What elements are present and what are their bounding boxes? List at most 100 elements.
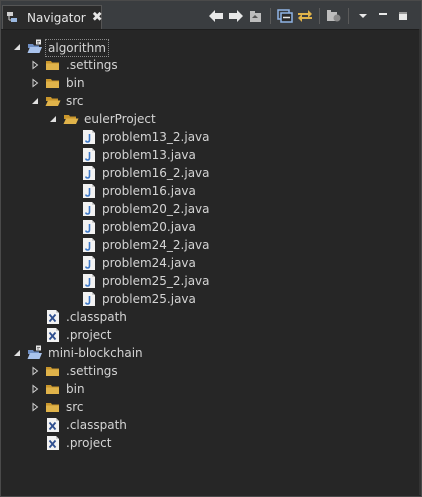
- collapsed-twisty-icon[interactable]: [29, 383, 41, 395]
- java-file-icon: [81, 273, 97, 289]
- maximize-button[interactable]: [393, 7, 413, 25]
- xml-file-icon: [45, 417, 61, 433]
- tree-item[interactable]: problem20_2.java: [1, 200, 421, 218]
- arrow-right-icon: [229, 10, 243, 22]
- view-titlebar: Navigator ✖: [1, 1, 421, 30]
- tree-item-label: src: [66, 400, 84, 414]
- tree-item[interactable]: src: [1, 398, 421, 416]
- xml-file-icon: [45, 435, 61, 451]
- tree-item[interactable]: problem24_2.java: [1, 236, 421, 254]
- tree-item[interactable]: .project: [1, 434, 421, 452]
- tree-item-label: problem24.java: [102, 256, 196, 270]
- tree-item-label: bin: [66, 76, 85, 90]
- arrow-left-icon: [209, 10, 223, 22]
- go-up-icon: [250, 11, 261, 22]
- project-folder-icon: [27, 345, 43, 361]
- tree-item[interactable]: problem13_2.java: [1, 128, 421, 146]
- java-file-icon: [81, 129, 97, 145]
- folder-icon: [45, 75, 61, 91]
- tree-item-label: .settings: [66, 364, 118, 378]
- tree-item-label: .settings: [66, 58, 118, 72]
- tree-item[interactable]: .classpath: [1, 308, 421, 326]
- tree-item-label: problem25.java: [102, 292, 196, 306]
- collapsed-twisty-icon[interactable]: [29, 77, 41, 89]
- collapsed-twisty-icon[interactable]: [29, 59, 41, 71]
- close-icon[interactable]: ✖: [92, 10, 103, 25]
- tree-item[interactable]: problem16_2.java: [1, 164, 421, 182]
- tree-item[interactable]: problem24.java: [1, 254, 421, 272]
- tree-item[interactable]: problem25.java: [1, 290, 421, 308]
- xml-file-icon: [45, 327, 61, 343]
- tree-item[interactable]: eulerProject: [1, 110, 421, 128]
- tree-item-label: eulerProject: [84, 112, 156, 126]
- tree-item-label: problem24_2.java: [102, 238, 210, 252]
- java-file-icon: [81, 237, 97, 253]
- expanded-twisty-icon[interactable]: [11, 41, 23, 53]
- filter-icon: [327, 10, 341, 22]
- collapsed-twisty-icon[interactable]: [29, 401, 41, 413]
- tree-item-label: algorithm: [45, 39, 109, 57]
- tree-item[interactable]: problem16.java: [1, 182, 421, 200]
- tree-item[interactable]: bin: [1, 380, 421, 398]
- toolbar-separator: [319, 8, 320, 24]
- tree-item[interactable]: problem13.java: [1, 146, 421, 164]
- project-folder-icon: [27, 39, 43, 55]
- folder-open-icon: [45, 93, 61, 109]
- tree-item-label: src: [66, 94, 84, 108]
- link-icon: [298, 10, 312, 22]
- tree-item[interactable]: problem25_2.java: [1, 272, 421, 290]
- view-menu-button[interactable]: [353, 7, 373, 25]
- java-file-icon: [81, 219, 97, 235]
- tree-item[interactable]: .classpath: [1, 416, 421, 434]
- tree-item-label: mini-blockchain: [48, 346, 143, 360]
- tree-item[interactable]: problem20.java: [1, 218, 421, 236]
- tree-item[interactable]: src: [1, 92, 421, 110]
- up-button[interactable]: [246, 7, 266, 25]
- collapse-all-button[interactable]: [275, 7, 295, 25]
- back-button[interactable]: [206, 7, 226, 25]
- tree-item[interactable]: bin: [1, 74, 421, 92]
- collapsed-twisty-icon[interactable]: [29, 365, 41, 377]
- tree-item[interactable]: mini-blockchain: [1, 344, 421, 362]
- expanded-twisty-icon[interactable]: [47, 113, 59, 125]
- tab-navigator[interactable]: Navigator ✖: [2, 5, 103, 29]
- tree-item[interactable]: .project: [1, 326, 421, 344]
- chevron-down-icon: [359, 14, 367, 18]
- folder-icon: [45, 399, 61, 415]
- tree-item-label: .classpath: [66, 418, 127, 432]
- tree-item-label: bin: [66, 382, 85, 396]
- java-file-icon: [81, 165, 97, 181]
- tree-item-label: problem20_2.java: [102, 202, 210, 216]
- minimize-button[interactable]: [373, 7, 393, 25]
- minimize-icon: [379, 13, 387, 15]
- vertical-scrollbar[interactable]: [419, 29, 421, 495]
- forward-button[interactable]: [226, 7, 246, 25]
- tree-item[interactable]: algorithm: [1, 38, 421, 57]
- filters-button[interactable]: [324, 7, 344, 25]
- tree-item-label: problem20.java: [102, 220, 196, 234]
- tree-item-label: .project: [66, 328, 112, 342]
- link-with-editor-button[interactable]: [295, 7, 315, 25]
- toolbar-separator: [270, 8, 271, 24]
- maximize-icon: [399, 12, 407, 20]
- toolbar-separator: [348, 8, 349, 24]
- tree-item-label: problem16.java: [102, 184, 196, 198]
- tree-item-label: problem25_2.java: [102, 274, 210, 288]
- java-file-icon: [81, 147, 97, 163]
- tree-item-label: problem13_2.java: [102, 130, 210, 144]
- tab-label: Navigator: [27, 10, 86, 25]
- tree-item[interactable]: .settings: [1, 362, 421, 380]
- java-file-icon: [81, 201, 97, 217]
- collapse-all-icon: [277, 9, 293, 23]
- expanded-twisty-icon[interactable]: [29, 95, 41, 107]
- expanded-twisty-icon[interactable]: [11, 347, 23, 359]
- folder-icon: [45, 363, 61, 379]
- navigator-view: Navigator ✖ algorithm .settings bin src …: [0, 0, 422, 497]
- tree-item[interactable]: .settings: [1, 56, 421, 74]
- tree-item-label: problem16_2.java: [102, 166, 210, 180]
- tree-item-label: .project: [66, 436, 112, 450]
- tree-item-label: problem13.java: [102, 148, 196, 162]
- navigator-tree: algorithm .settings bin src eulerProject prob…: [1, 29, 421, 495]
- java-file-icon: [81, 291, 97, 307]
- java-file-icon: [81, 183, 97, 199]
